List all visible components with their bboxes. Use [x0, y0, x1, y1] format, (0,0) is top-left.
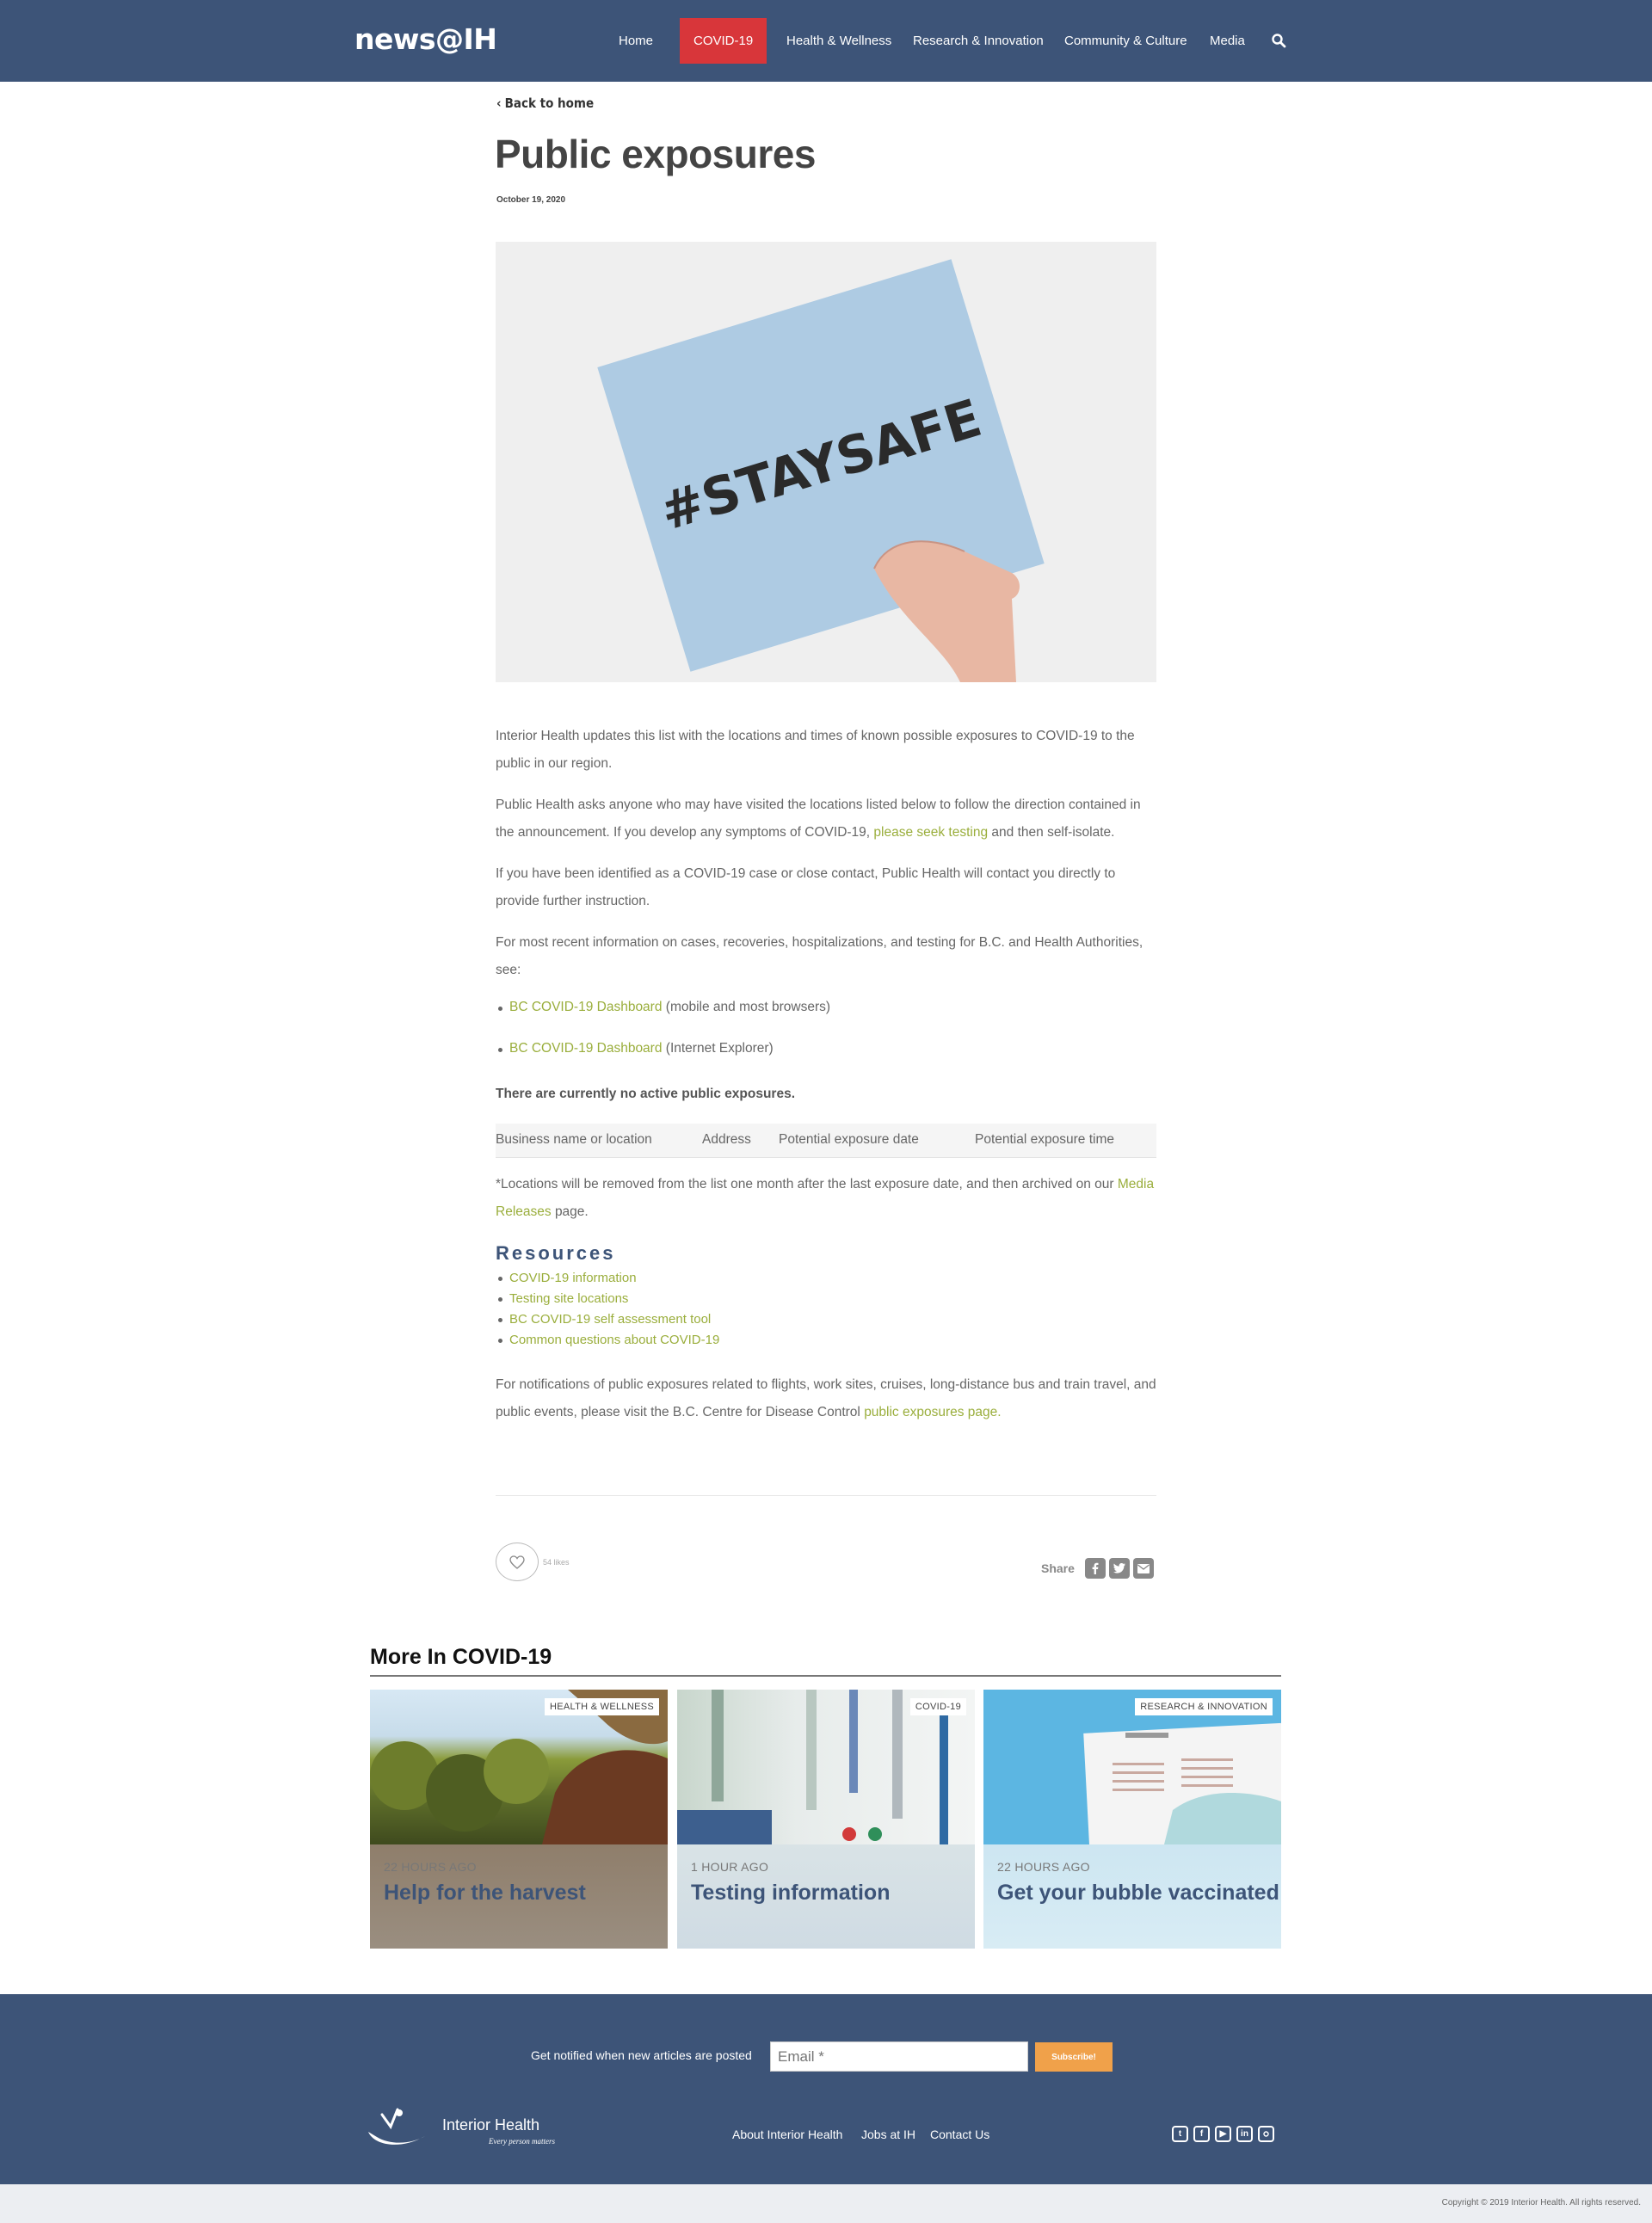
contact-us-link[interactable]: Contact Us: [930, 2128, 989, 2141]
card-timestamp: 1 HOUR AGO: [691, 1860, 769, 1874]
dashboard-link-mobile[interactable]: BC COVID-19 Dashboard: [509, 1000, 662, 1014]
exposures-table-header: Business name or location Address Potent…: [496, 1124, 1156, 1158]
list-item: BC COVID-19 Dashboard (mobile and most b…: [497, 1000, 831, 1015]
nav-home[interactable]: Home: [619, 18, 653, 64]
article-date: October 19, 2020: [496, 195, 566, 205]
like-button[interactable]: [496, 1543, 539, 1581]
heart-icon: [509, 1555, 525, 1569]
jobs-link[interactable]: Jobs at IH: [861, 2128, 915, 2141]
testing-paragraph: Public Health asks anyone who may have v…: [496, 791, 1158, 847]
category-badge[interactable]: COVID-19: [909, 1698, 966, 1715]
column-header: Potential exposure time: [975, 1132, 1114, 1147]
contact-paragraph: If you have been identified as a COVID-1…: [496, 866, 1116, 908]
card-timestamp: 22 HOURS AGO: [384, 1860, 477, 1874]
card-title[interactable]: Testing information: [691, 1881, 890, 1906]
facebook-icon[interactable]: f: [1193, 2126, 1210, 2142]
facebook-share-icon[interactable]: [1085, 1558, 1106, 1579]
resource-link[interactable]: Testing site locations: [497, 1291, 628, 1306]
category-badge[interactable]: HEALTH & WELLNESS: [544, 1698, 659, 1715]
likes-count: 54 likes: [543, 1558, 570, 1567]
site-footer: [0, 1994, 1652, 2184]
resources-heading: Resources: [496, 1242, 616, 1264]
seek-testing-link[interactable]: please seek testing: [873, 825, 988, 840]
list-item-note: (Internet Explorer): [665, 1041, 774, 1056]
category-badge[interactable]: RESEARCH & INNOVATION: [1135, 1698, 1273, 1715]
article-card[interactable]: HEALTH & WELLNESS 22 HOURS AGO Help for …: [370, 1690, 668, 1949]
article-card[interactable]: COVID-19 1 HOUR AGO Testing information: [677, 1690, 975, 1949]
chevron-left-icon: ‹: [496, 95, 502, 111]
site-logo[interactable]: news@IH: [354, 22, 497, 56]
testing-paragraph-end: and then self-isolate.: [991, 825, 1115, 840]
site-header: news@IH Home COVID-19 Health & Wellness …: [0, 0, 1652, 82]
bccdc-paragraph: For notifications of public exposures re…: [496, 1371, 1158, 1426]
copyright-bar: [0, 2184, 1652, 2223]
removal-note-text: *Locations will be removed from the list…: [496, 1177, 1114, 1192]
dashboard-link-ie[interactable]: BC COVID-19 Dashboard: [509, 1041, 662, 1056]
twitter-icon[interactable]: t: [1172, 2126, 1188, 2142]
column-header: Address: [702, 1132, 751, 1147]
page-title: Public exposures: [495, 132, 816, 176]
nav-covid-19[interactable]: COVID-19: [680, 18, 767, 64]
column-header: Business name or location: [496, 1132, 652, 1147]
recent-info-paragraph: For most recent information on cases, re…: [496, 935, 1143, 977]
bccdc-paragraph-text: For notifications of public exposures re…: [496, 1377, 1156, 1419]
card-timestamp: 22 HOURS AGO: [997, 1860, 1090, 1874]
email-share-icon[interactable]: [1133, 1558, 1154, 1579]
public-exposures-page-link[interactable]: public exposures page: [864, 1405, 997, 1419]
email-field[interactable]: [770, 2041, 1028, 2072]
search-icon[interactable]: [1271, 33, 1286, 48]
logo-tagline: Every person matters: [488, 2137, 555, 2146]
about-interior-health-link[interactable]: About Interior Health: [732, 2128, 842, 2141]
subscribe-button[interactable]: Subscribe!: [1035, 2042, 1113, 2072]
removal-note-end: page.: [554, 1204, 589, 1219]
article-card[interactable]: RESEARCH & INNOVATION 22 HOURS AGO Get y…: [983, 1690, 1281, 1949]
nav-media[interactable]: Media: [1210, 18, 1245, 64]
twitter-share-icon[interactable]: [1109, 1558, 1130, 1579]
copyright-text: Copyright © 2019 Interior Health. All ri…: [1441, 2198, 1641, 2208]
column-header: Potential exposure date: [779, 1132, 919, 1147]
logo-text: Interior Health: [442, 2116, 539, 2134]
resource-link[interactable]: COVID-19 information: [498, 1271, 637, 1285]
hero-image: #STAYSAFE: [496, 242, 1156, 682]
instagram-icon[interactable]: [1258, 2126, 1274, 2142]
linkedin-icon[interactable]: in: [1236, 2126, 1253, 2142]
nav-community-culture[interactable]: Community & Culture: [1064, 18, 1187, 64]
nav-health-wellness[interactable]: Health & Wellness: [786, 18, 891, 64]
list-item-note: (mobile and most browsers): [665, 1000, 831, 1014]
more-section-title: More In COVID-19: [370, 1645, 552, 1669]
nav-research-innovation[interactable]: Research & Innovation: [913, 18, 1044, 64]
card-title[interactable]: Get your bubble vaccinated: [997, 1881, 1279, 1906]
section-divider: [370, 1675, 1281, 1677]
bccdc-paragraph-end: .: [997, 1405, 1002, 1419]
card-title[interactable]: Help for the harvest: [384, 1881, 586, 1906]
intro-paragraph: Interior Health updates this list with t…: [496, 729, 1135, 771]
no-exposures-notice: There are currently no active public exp…: [496, 1087, 796, 1101]
share-label: Share: [1041, 1561, 1075, 1575]
resource-link[interactable]: BC COVID-19 self assessment tool: [497, 1312, 711, 1327]
youtube-icon[interactable]: ▶: [1215, 2126, 1231, 2142]
back-link-label: Back to home: [504, 95, 595, 111]
resource-link[interactable]: Common questions about COVID-19: [497, 1333, 719, 1347]
removal-note: *Locations will be removed from the list…: [496, 1171, 1158, 1226]
divider: [496, 1495, 1156, 1496]
newsletter-label: Get notified when new articles are poste…: [531, 2048, 752, 2062]
list-item: BC COVID-19 Dashboard (Internet Explorer…: [498, 1041, 774, 1056]
back-to-home-link[interactable]: ‹ Back to home: [496, 95, 594, 111]
interior-health-logo[interactable]: Interior Health Every person matters: [365, 2106, 563, 2151]
